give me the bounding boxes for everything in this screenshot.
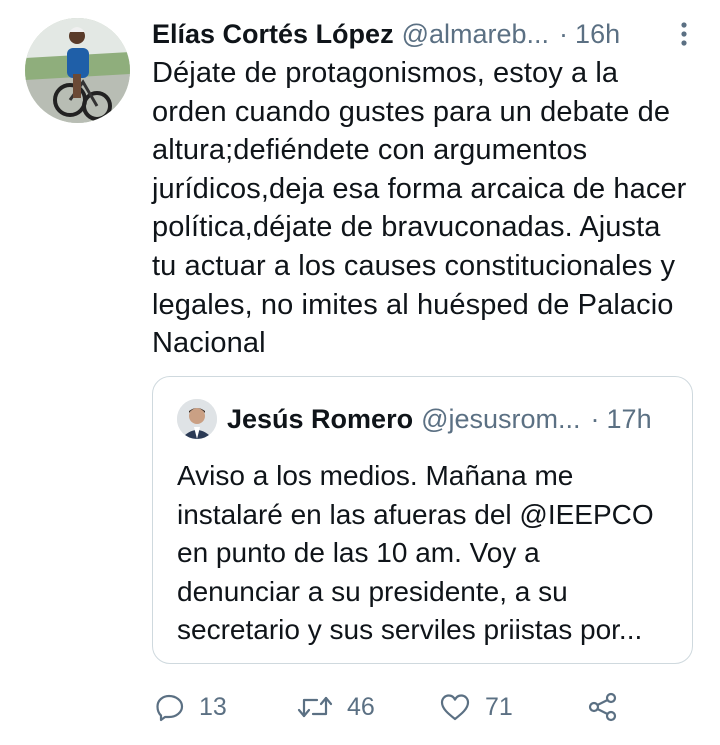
- retweet-icon: [297, 692, 333, 722]
- tweet-header: Elías Cortés López @almareb... · 16h: [152, 14, 697, 54]
- author-avatar[interactable]: [25, 18, 130, 123]
- quoted-tweet-header: Jesús Romero @jesusrom... · 17h: [227, 399, 677, 439]
- tweet-actions: 13 46 71: [155, 685, 675, 729]
- like-icon: [439, 692, 471, 722]
- header-separator: ·: [559, 18, 569, 49]
- author-name[interactable]: Elías Cortés López: [152, 19, 394, 50]
- author-handle[interactable]: @almareb...: [402, 19, 549, 50]
- reply-icon: [155, 692, 185, 722]
- reply-count: 13: [199, 692, 227, 721]
- quoted-author-avatar: [177, 399, 217, 439]
- tweet-timestamp[interactable]: 16h: [575, 19, 620, 50]
- reply-button[interactable]: 13: [155, 692, 297, 722]
- share-button[interactable]: [587, 692, 619, 722]
- quoted-tweet-timestamp[interactable]: 17h: [607, 404, 652, 435]
- tweet-text: Déjate de protagonismos, estoy a la orde…: [152, 57, 687, 360]
- retweet-button[interactable]: 46: [297, 692, 439, 722]
- share-icon: [587, 692, 619, 722]
- like-button[interactable]: 71: [439, 692, 587, 722]
- quoted-author-name[interactable]: Jesús Romero: [227, 404, 413, 435]
- quoted-author-handle[interactable]: @jesusrom...: [421, 404, 580, 435]
- more-vertical-icon[interactable]: [671, 20, 697, 48]
- quoted-tweet-text: Aviso a los medios. Mañana me instalaré …: [177, 460, 654, 645]
- retweet-count: 46: [347, 692, 375, 721]
- like-count: 71: [485, 692, 513, 721]
- quoted-header-separator: ·: [590, 403, 600, 434]
- quoted-tweet-card[interactable]: Jesús Romero @jesusrom... · 17h Aviso a …: [152, 376, 693, 664]
